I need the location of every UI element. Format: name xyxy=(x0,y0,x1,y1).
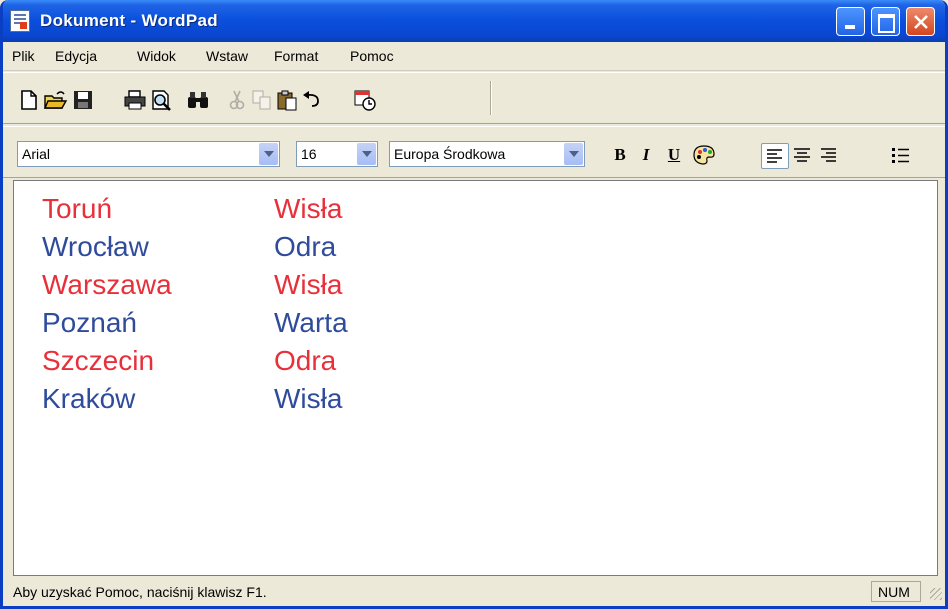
resize-grip-icon[interactable] xyxy=(930,588,942,600)
font-size-combo[interactable]: 16 xyxy=(296,141,378,167)
city-text: Toruń xyxy=(42,193,113,224)
script-value: Europa Środkowa xyxy=(394,146,506,162)
river-text: Odra xyxy=(274,345,337,376)
minimize-icon xyxy=(845,25,855,29)
wordpad-window: Dokument - WordPad Plik Edycja Widok Wst… xyxy=(0,0,948,609)
menu-plik[interactable]: Plik xyxy=(12,48,35,64)
window-title: Dokument - WordPad xyxy=(40,11,218,30)
toolbar-end-separator xyxy=(490,81,491,115)
font-name-dropdown-icon[interactable] xyxy=(259,143,278,165)
open-folder-icon[interactable] xyxy=(43,89,67,111)
minimize-button[interactable] xyxy=(836,7,865,36)
wordpad-app-icon[interactable] xyxy=(10,10,30,32)
copy-icon[interactable] xyxy=(250,89,274,111)
cut-scissors-icon[interactable] xyxy=(225,89,249,111)
menu-wstaw[interactable]: Wstaw xyxy=(206,48,248,64)
river-text: Wisła xyxy=(274,269,343,300)
find-binoculars-icon[interactable] xyxy=(186,89,210,111)
script-combo[interactable]: Europa Środkowa xyxy=(389,141,585,167)
print-preview-icon[interactable] xyxy=(149,89,173,111)
format-toolbar: Arial 16 Europa Środkowa B I U xyxy=(3,126,945,178)
save-icon[interactable] xyxy=(71,89,95,111)
font-name-value: Arial xyxy=(22,146,51,162)
title-bar[interactable]: Dokument - WordPad xyxy=(3,0,945,42)
city-text: Kraków xyxy=(42,383,136,414)
align-center-icon[interactable] xyxy=(789,143,815,167)
align-left-icon[interactable] xyxy=(761,143,789,169)
new-document-icon[interactable] xyxy=(17,89,41,111)
maximize-icon xyxy=(878,14,895,33)
underline-button[interactable]: U xyxy=(661,143,687,167)
river-text: Wisła xyxy=(274,193,343,224)
standard-toolbar xyxy=(3,72,945,124)
bold-button[interactable]: B xyxy=(607,143,633,167)
font-size-dropdown-icon[interactable] xyxy=(357,143,376,165)
status-help-text: Aby uzyskać Pomoc, naciśnij klawisz F1. xyxy=(13,584,267,600)
script-dropdown-icon[interactable] xyxy=(564,143,583,165)
bullets-icon[interactable] xyxy=(888,143,914,167)
font-name-combo[interactable]: Arial xyxy=(17,141,280,167)
city-text: Poznań xyxy=(42,307,137,338)
city-text: Warszawa xyxy=(42,269,172,300)
river-text: Odra xyxy=(274,231,337,262)
river-text: Wisła xyxy=(274,383,343,414)
city-text: Szczecin xyxy=(42,345,155,376)
undo-icon[interactable] xyxy=(300,89,324,111)
menu-edycja[interactable]: Edycja xyxy=(55,48,97,64)
insert-date-time-icon[interactable] xyxy=(353,89,377,111)
menu-widok[interactable]: Widok xyxy=(137,48,176,64)
menu-pomoc[interactable]: Pomoc xyxy=(350,48,394,64)
num-lock-indicator: NUM xyxy=(871,581,921,602)
paste-clipboard-icon[interactable] xyxy=(275,89,299,111)
font-size-value: 16 xyxy=(301,146,317,162)
menu-bar: Plik Edycja Widok Wstaw Format Pomoc xyxy=(3,42,945,71)
print-icon[interactable] xyxy=(123,89,147,111)
align-right-icon[interactable] xyxy=(815,143,841,167)
italic-button[interactable]: I xyxy=(633,143,659,167)
document-editor[interactable]: Toruń Wisła Wrocław Odra Warszawa Wisła Poznań… xyxy=(13,180,938,576)
city-text: Wrocław xyxy=(42,231,149,262)
color-palette-icon[interactable] xyxy=(691,143,717,167)
close-icon xyxy=(914,15,928,29)
close-button[interactable] xyxy=(906,7,935,36)
river-text: Warta xyxy=(274,307,348,338)
status-bar: Aby uzyskać Pomoc, naciśnij klawisz F1. … xyxy=(3,578,945,606)
maximize-button[interactable] xyxy=(871,7,900,36)
menu-format[interactable]: Format xyxy=(274,48,318,64)
